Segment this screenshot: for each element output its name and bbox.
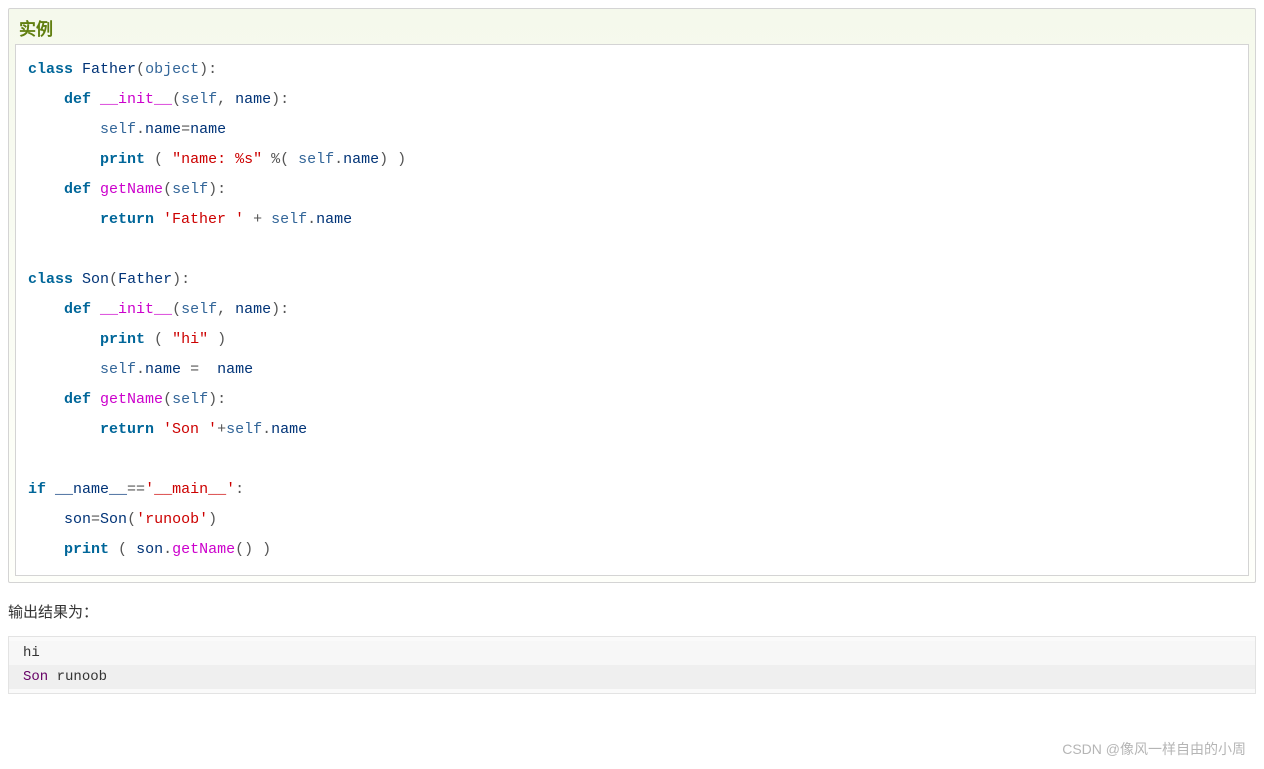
output-box: hi Son runoob	[8, 636, 1256, 694]
example-title: 实例	[9, 9, 1255, 44]
code-line: def getName(self):	[28, 391, 226, 408]
code-line: def __init__(self, name):	[28, 301, 289, 318]
code-line: print ( "name: %s" %( self.name) )	[28, 151, 406, 168]
code-line: print ( "hi" )	[28, 331, 226, 348]
code-block[interactable]: class Father(object): def __init__(self,…	[15, 44, 1249, 576]
code-line: self.name=name	[28, 121, 226, 138]
output-line: Son runoob	[9, 665, 1255, 689]
code-line: if __name__=='__main__':	[28, 481, 244, 498]
example-box: 实例 class Father(object): def __init__(se…	[8, 8, 1256, 583]
code-line: return 'Son '+self.name	[28, 421, 307, 438]
output-line: hi	[9, 641, 1255, 665]
code-line: class Son(Father):	[28, 271, 190, 288]
code-line: def getName(self):	[28, 181, 226, 198]
watermark: CSDN @像风一样自由的小周	[1062, 739, 1246, 759]
code-line: return 'Father ' + self.name	[28, 211, 352, 228]
code-line: son=Son('runoob')	[28, 511, 217, 528]
code-line: print ( son.getName() )	[28, 541, 271, 558]
code-line: class Father(object):	[28, 61, 217, 78]
code-line: def __init__(self, name):	[28, 91, 289, 108]
output-result-label: 输出结果为：	[8, 601, 1256, 622]
code-line: self.name = name	[28, 361, 253, 378]
